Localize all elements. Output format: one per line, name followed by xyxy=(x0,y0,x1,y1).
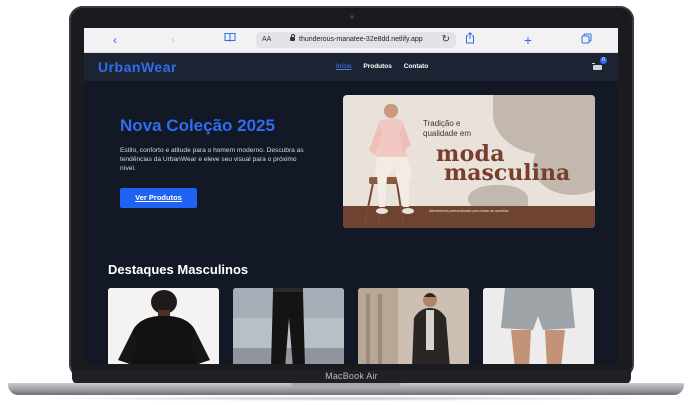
view-products-button[interactable]: Ver Produtos xyxy=(120,188,197,208)
laptop-base xyxy=(8,383,684,395)
tabs-overview-icon xyxy=(581,33,591,44)
hero-title: Nova Coleção 2025 xyxy=(120,116,275,135)
browser-window: ‹ › AA thunderous-manatee-32e8dd.netlify… xyxy=(84,28,618,364)
black-jeans-photo xyxy=(233,288,344,364)
tabs-icon[interactable] xyxy=(577,32,595,48)
laptop-shadow xyxy=(30,396,662,401)
camera-icon xyxy=(349,15,354,19)
product-card[interactable] xyxy=(108,288,219,364)
hero-banner: Atendimento personalizado para todas as … xyxy=(343,95,595,228)
product-card[interactable] xyxy=(233,288,344,364)
forward-icon[interactable]: › xyxy=(164,32,182,48)
reload-icon[interactable]: ↻ xyxy=(442,32,450,48)
laptop-notch xyxy=(291,383,401,388)
bookmarks-icon[interactable] xyxy=(221,32,239,48)
browser-toolbar: ‹ › AA thunderous-manatee-32e8dd.netlify… xyxy=(84,28,618,53)
cart-button[interactable]: 0 xyxy=(592,57,607,71)
banner-headline-line2: masculina xyxy=(444,160,571,186)
new-tab-icon[interactable]: + xyxy=(519,32,537,48)
featured-title: Destaques Masculinos xyxy=(108,262,249,277)
banner-tagline-line2: qualidade em xyxy=(423,129,472,138)
share-glyph-icon xyxy=(466,32,474,44)
banner-tagline: Tradição e qualidade em xyxy=(423,119,471,139)
share-icon[interactable] xyxy=(461,32,479,48)
laptop-chin: MacBook Air xyxy=(72,370,631,384)
nav-link-inicio[interactable]: Início xyxy=(336,63,352,70)
book-icon xyxy=(224,33,236,42)
main-nav: Início Produtos Contato xyxy=(336,63,438,70)
url-text[interactable]: thunderous-manatee-32e8dd.netlify.app xyxy=(299,32,423,48)
leather-jacket-photo xyxy=(358,288,469,364)
lock-icon xyxy=(290,34,295,41)
text-size-button[interactable]: AA xyxy=(262,32,271,48)
product-card[interactable] xyxy=(483,288,594,364)
address-bar[interactable]: AA thunderous-manatee-32e8dd.netlify.app… xyxy=(256,32,456,48)
product-card[interactable] xyxy=(358,288,469,364)
hero-description: Estilo, conforto e atitude para o homem … xyxy=(120,147,304,172)
back-icon[interactable]: ‹ xyxy=(106,32,124,48)
device-label: MacBook Air xyxy=(325,371,378,381)
cart-icon xyxy=(593,65,602,70)
grey-shorts-photo xyxy=(483,288,594,364)
banner-footer-text: Atendimento personalizado para todas as … xyxy=(429,209,510,213)
banner-tagline-line1: Tradição e xyxy=(423,119,461,128)
nav-link-contato[interactable]: Contato xyxy=(404,63,429,70)
cart-count-badge: 0 xyxy=(600,57,607,64)
model-photo xyxy=(364,104,414,224)
site-header: UrbanWear Início Produtos Contato 0 xyxy=(84,53,618,81)
site-logo[interactable]: UrbanWear xyxy=(98,59,177,75)
black-tshirt-photo xyxy=(108,288,219,364)
nav-link-produtos[interactable]: Produtos xyxy=(363,63,392,70)
